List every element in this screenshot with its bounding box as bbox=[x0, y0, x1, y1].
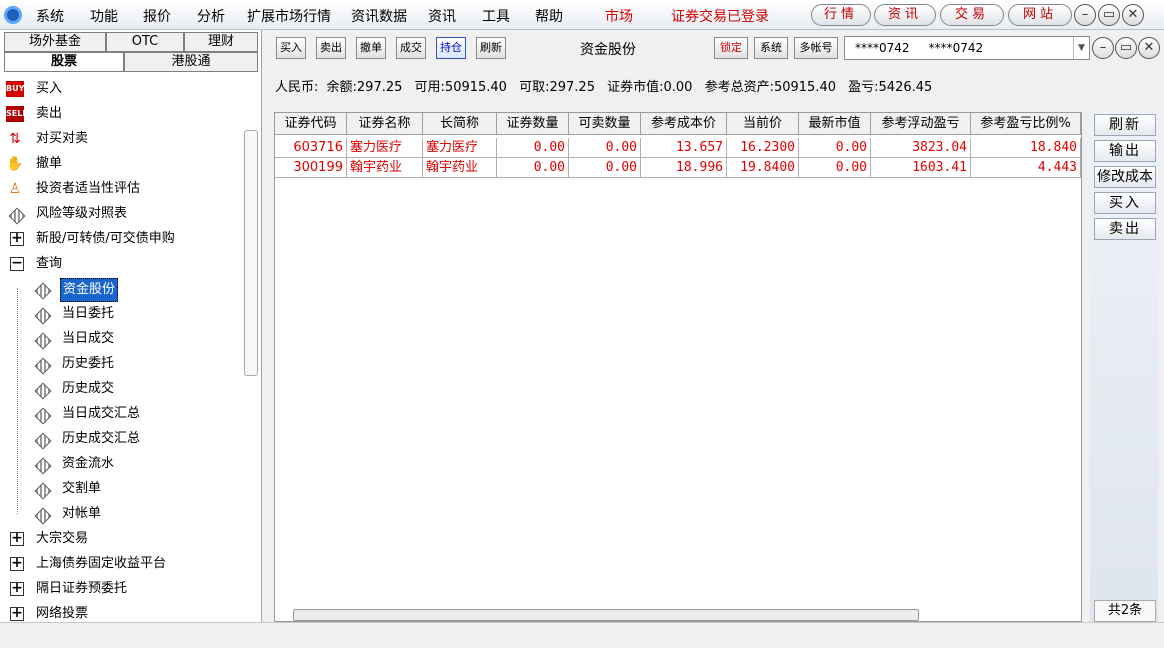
column-header[interactable]: 证券代码 bbox=[275, 113, 347, 135]
tab-otc[interactable]: OTC bbox=[106, 32, 184, 52]
toolbar: 买入 卖出 撤单 成交 持仓 刷新 资金股份 锁定 系统 多帐号 ****074… bbox=[270, 32, 1164, 62]
minimize-icon[interactable]: – bbox=[1074, 4, 1096, 26]
available-value: 可用:50915.40 bbox=[414, 80, 507, 95]
document-diamond-icon bbox=[34, 331, 52, 350]
person-icon: ♙ bbox=[8, 181, 22, 197]
table-hscrollbar[interactable] bbox=[293, 609, 919, 621]
expand-plus-icon[interactable]: + bbox=[10, 531, 24, 546]
expand-plus-icon[interactable]: + bbox=[10, 581, 24, 596]
table-row[interactable]: 300199 翰宇药业 翰宇药业 0.00 0.00 18.996 19.840… bbox=[275, 158, 1081, 178]
main-panel: 买入 卖出 撤单 成交 持仓 刷新 资金股份 锁定 系统 多帐号 ****074… bbox=[270, 30, 1164, 622]
restore-icon[interactable]: ▭ bbox=[1115, 37, 1137, 59]
balance-value: 余额:297.25 bbox=[326, 80, 403, 95]
document-diamond-icon bbox=[34, 431, 52, 450]
table-header: 证券代码 证券名称 长简称 证券数量 可卖数量 参考成本价 当前价 最新市值 参… bbox=[275, 113, 1081, 135]
lock-button[interactable]: 锁定 bbox=[714, 37, 748, 59]
document-diamond-icon bbox=[34, 406, 52, 425]
chevron-down-icon[interactable]: ▼ bbox=[1073, 37, 1089, 59]
column-header[interactable]: 当前价 bbox=[727, 113, 799, 135]
tab-hk-connect[interactable]: 港股通 bbox=[124, 52, 258, 72]
column-header[interactable]: 证券数量 bbox=[497, 113, 569, 135]
column-header[interactable]: 可卖数量 bbox=[569, 113, 641, 135]
document-diamond-icon bbox=[8, 206, 26, 225]
minimize-icon[interactable]: – bbox=[1092, 37, 1114, 59]
column-header[interactable]: 最新市值 bbox=[799, 113, 871, 135]
pill-info-button[interactable]: 资讯 bbox=[874, 4, 936, 26]
column-header[interactable]: 参考浮动盈亏 bbox=[871, 113, 971, 135]
sell-button[interactable]: 卖出 bbox=[316, 37, 346, 59]
restore-icon[interactable]: ▭ bbox=[1098, 4, 1120, 26]
multi-account-button[interactable]: 多帐号 bbox=[794, 37, 838, 59]
document-diamond-icon bbox=[34, 506, 52, 525]
system-button[interactable]: 系统 bbox=[754, 37, 788, 59]
close-icon[interactable]: ✕ bbox=[1138, 37, 1160, 59]
left-panel: 场外基金 OTC 理财 股票 港股通 BUY 买入 SELL 卖出 ⇅ 对买对卖… bbox=[0, 30, 262, 622]
modify-cost-button[interactable]: 修改成本 bbox=[1094, 166, 1156, 188]
panel-title: 资金股份 bbox=[580, 42, 636, 58]
buy-side-button[interactable]: 买入 bbox=[1094, 192, 1156, 214]
pill-trade-button[interactable]: 交易 bbox=[940, 4, 1004, 26]
deals-button[interactable]: 成交 bbox=[396, 37, 426, 59]
buy-button[interactable]: 买入 bbox=[276, 37, 306, 59]
side-actions: 刷新 输出 修改成本 买入 卖出 共2条 bbox=[1090, 112, 1158, 622]
tab-otc-fund[interactable]: 场外基金 bbox=[4, 32, 106, 52]
menu-market[interactable]: 市场 bbox=[605, 6, 633, 26]
menu-help[interactable]: 帮助 bbox=[535, 6, 563, 26]
close-icon[interactable]: ✕ bbox=[1122, 4, 1144, 26]
currency-label: 人民币: bbox=[275, 80, 319, 95]
profit-value: 盈亏:5426.45 bbox=[848, 80, 933, 95]
column-header[interactable]: 长简称 bbox=[423, 113, 497, 135]
status-bar bbox=[0, 622, 1164, 648]
total-assets-value: 参考总资产:50915.40 bbox=[704, 80, 837, 95]
menu-quote[interactable]: 报价 bbox=[143, 6, 171, 26]
login-status: 证券交易已登录 bbox=[671, 9, 769, 25]
document-diamond-icon bbox=[34, 481, 52, 500]
tree-guide-line bbox=[17, 288, 18, 514]
menu-function[interactable]: 功能 bbox=[90, 6, 118, 26]
sell-side-button[interactable]: 卖出 bbox=[1094, 218, 1156, 240]
app-logo-icon bbox=[4, 6, 22, 24]
document-diamond-icon bbox=[34, 381, 52, 400]
document-diamond-icon bbox=[34, 306, 52, 325]
menu-tools[interactable]: 工具 bbox=[482, 6, 510, 26]
function-tree: BUY 买入 SELL 卖出 ⇅ 对买对卖 ✋ 撤单 ♙ 投资者适当性评估 风险… bbox=[6, 81, 175, 621]
record-count: 共2条 bbox=[1094, 600, 1156, 622]
menu-analysis[interactable]: 分析 bbox=[197, 6, 225, 26]
expand-plus-icon[interactable]: + bbox=[10, 556, 24, 571]
hand-icon: ✋ bbox=[6, 156, 24, 172]
collapse-minus-icon[interactable]: − bbox=[10, 256, 24, 271]
tree-scrollbar[interactable] bbox=[244, 130, 258, 376]
menu-ext-market[interactable]: 扩展市场行情 bbox=[247, 6, 331, 26]
buy-icon: BUY bbox=[6, 81, 24, 97]
withdrawable-value: 可取:297.25 bbox=[519, 80, 595, 95]
pill-quote-button[interactable]: 行情 bbox=[811, 4, 871, 26]
cancel-order-button[interactable]: 撤单 bbox=[356, 37, 386, 59]
pair-trade-icon: ⇅ bbox=[9, 131, 21, 147]
document-diamond-icon bbox=[34, 456, 52, 475]
column-header[interactable]: 参考盈亏比例% bbox=[971, 113, 1081, 135]
refresh-button[interactable]: 刷新 bbox=[476, 37, 506, 59]
tab-stock[interactable]: 股票 bbox=[4, 52, 124, 72]
export-button[interactable]: 输出 bbox=[1094, 140, 1156, 162]
holdings-table: 证券代码 证券名称 长简称 证券数量 可卖数量 参考成本价 当前价 最新市值 参… bbox=[274, 112, 1082, 622]
menu-info-data[interactable]: 资讯数据 bbox=[351, 6, 407, 26]
column-header[interactable]: 证券名称 bbox=[347, 113, 423, 135]
expand-plus-icon[interactable]: + bbox=[10, 231, 24, 246]
account-select[interactable]: ****0742 ****0742 ▼ bbox=[844, 36, 1090, 60]
tab-wealth[interactable]: 理财 bbox=[184, 32, 258, 52]
table-row[interactable]: 603716 塞力医疗 塞力医疗 0.00 0.00 13.657 16.230… bbox=[275, 138, 1081, 158]
expand-plus-icon[interactable]: + bbox=[10, 606, 24, 621]
pill-website-button[interactable]: 网站 bbox=[1008, 4, 1072, 26]
market-value: 证券市值:0.00 bbox=[607, 80, 693, 95]
document-diamond-icon bbox=[34, 281, 52, 300]
account-summary: 人民币: 余额:297.25 可用:50915.40 可取:297.25 证券市… bbox=[275, 76, 932, 95]
holdings-button[interactable]: 持仓 bbox=[436, 37, 466, 59]
refresh-side-button[interactable]: 刷新 bbox=[1094, 114, 1156, 136]
document-diamond-icon bbox=[34, 356, 52, 375]
menu-system[interactable]: 系统 bbox=[36, 6, 64, 26]
sell-icon: SELL bbox=[6, 106, 27, 122]
column-header[interactable]: 参考成本价 bbox=[641, 113, 727, 135]
menu-info[interactable]: 资讯 bbox=[428, 6, 456, 26]
menubar: 系统 功能 报价 分析 扩展市场行情 资讯数据 资讯 工具 帮助 市场 证券交易… bbox=[0, 0, 1164, 30]
